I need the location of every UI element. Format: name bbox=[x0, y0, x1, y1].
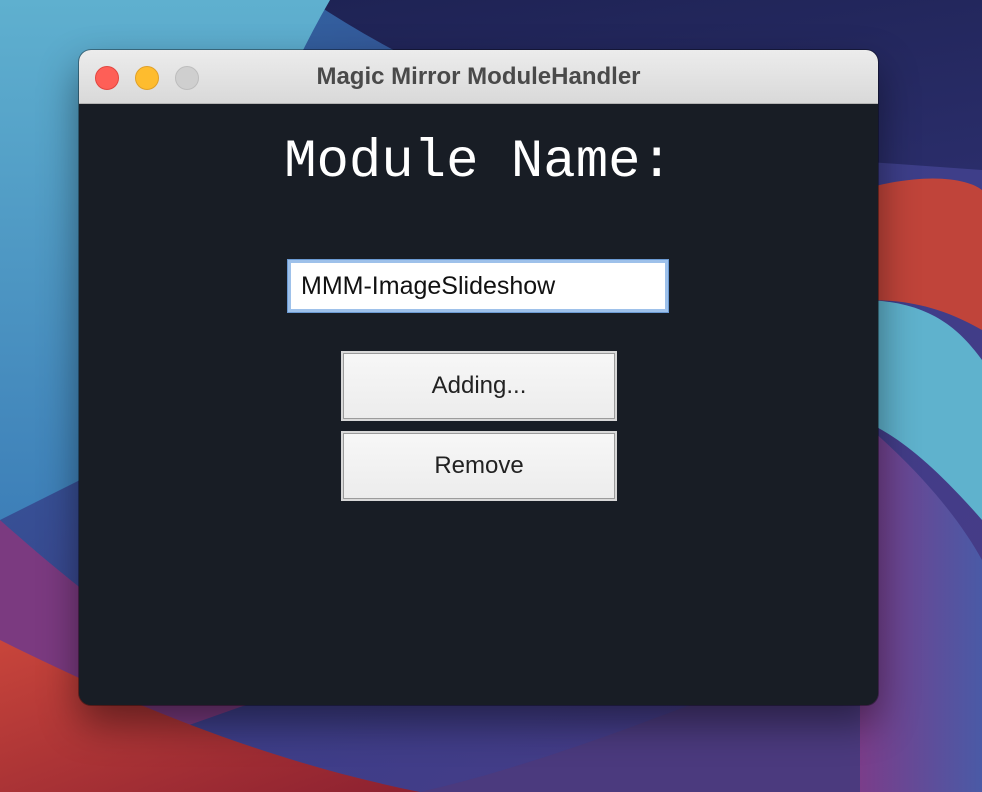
remove-module-button[interactable]: Remove bbox=[341, 431, 617, 501]
close-window-button[interactable] bbox=[95, 66, 119, 90]
app-window: Magic Mirror ModuleHandler Module Name: … bbox=[79, 50, 878, 705]
minimize-window-button[interactable] bbox=[135, 66, 159, 90]
main-content: Module Name: Adding... Remove bbox=[79, 104, 878, 705]
title-bar[interactable]: Magic Mirror ModuleHandler bbox=[79, 50, 878, 104]
zoom-window-button[interactable] bbox=[175, 66, 199, 90]
module-name-heading: Module Name: bbox=[284, 132, 673, 193]
module-name-input[interactable] bbox=[287, 259, 669, 313]
add-module-button[interactable]: Adding... bbox=[341, 351, 617, 421]
